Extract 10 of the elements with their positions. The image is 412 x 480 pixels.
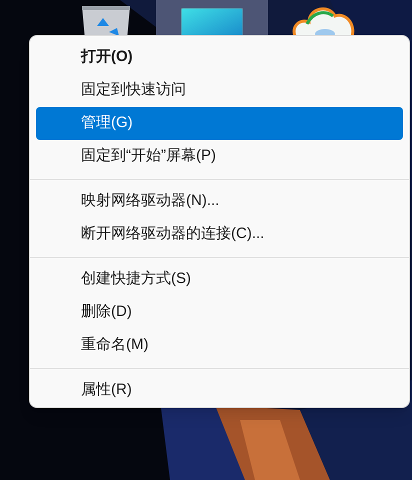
- menu-item[interactable]: 删除(D): [36, 296, 403, 329]
- menu-item[interactable]: 固定到“开始”屏幕(P): [36, 140, 403, 173]
- menu-item[interactable]: 创建快捷方式(S): [36, 263, 403, 296]
- menu-item[interactable]: 断开网络驱动器的连接(C)...: [36, 218, 403, 251]
- menu-item[interactable]: 重命名(M): [36, 329, 403, 362]
- menu-item[interactable]: 属性(R): [36, 374, 403, 407]
- menu-item[interactable]: 管理(G): [36, 107, 403, 140]
- menu-item[interactable]: 固定到快速访问: [36, 74, 403, 107]
- menu-item[interactable]: 映射网络驱动器(N)...: [36, 185, 403, 218]
- menu-item[interactable]: 打开(O): [36, 41, 403, 74]
